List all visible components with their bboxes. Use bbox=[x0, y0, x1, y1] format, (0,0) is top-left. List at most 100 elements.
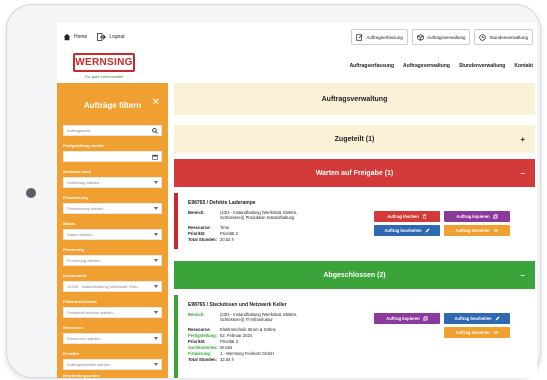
pencil-icon bbox=[425, 228, 430, 233]
search-icon[interactable] bbox=[152, 128, 158, 134]
status-select[interactable]: Status wählen... bbox=[63, 229, 162, 240]
auftragserfassung-button[interactable]: Auftragserfassung bbox=[351, 29, 408, 45]
view-order-label: Auftrag einsehen bbox=[455, 330, 490, 335]
top-bar: Home Logout Auftragserfassung Auftragsve… bbox=[57, 23, 537, 51]
field-key: Bereich: bbox=[188, 210, 205, 215]
filter-label-bearbeitungszeiten: Bearbeitungszeiten bbox=[63, 373, 100, 378]
field-value: Timo bbox=[220, 225, 230, 230]
brand-logo[interactable]: WERNSING Für gute Lebensmittel bbox=[73, 53, 135, 81]
field-key: Sachkonto/Inv.: bbox=[188, 345, 219, 350]
auftragsverwaltung-button[interactable]: Auftragsverwaltung bbox=[411, 29, 471, 45]
order-field-stunden: Total Stunden: 32.54 h bbox=[188, 357, 310, 362]
field-value: 02. Februar 2024 bbox=[220, 333, 253, 338]
fehlerart-select[interactable]: Fehlerart/Ursache wählen... bbox=[63, 307, 162, 318]
search-input[interactable]: Auftragsuche bbox=[63, 125, 162, 136]
order-field-prioritaet: Priorität: Priorität 3 bbox=[188, 339, 310, 344]
chevron-down-icon bbox=[154, 337, 158, 340]
nav-kontakt[interactable]: Kontakt bbox=[514, 63, 533, 69]
field-key: Total Stunden: bbox=[188, 237, 217, 242]
edit-order-label: Auftrag bearbeiten bbox=[454, 316, 492, 321]
date-range-field[interactable] bbox=[63, 151, 162, 162]
close-icon[interactable]: ✕ bbox=[152, 97, 160, 108]
eye-icon bbox=[492, 229, 499, 232]
priority-select[interactable]: Priorisierung wählen... bbox=[63, 203, 162, 214]
chevron-down-icon bbox=[154, 285, 158, 288]
order-card: E98765 / Defekte Laderampe Bereich: (23/4… bbox=[174, 193, 535, 249]
sort-select[interactable]: Sortierung wählen... bbox=[63, 177, 162, 188]
order-field-stunden: Total Stunden: 20.52 h bbox=[188, 237, 310, 242]
field-key: Ressource: bbox=[188, 225, 211, 230]
view-order-button[interactable]: Auftrag einsehen bbox=[444, 327, 510, 338]
nav-auftragserfassung[interactable]: Auftragserfassung bbox=[350, 63, 394, 69]
field-key: Total Stunden: bbox=[188, 357, 217, 362]
stundenverwaltung-button[interactable]: Stundenverwaltung bbox=[474, 29, 533, 45]
copy-order-label: Auftrag kopieren bbox=[456, 214, 490, 219]
field-key: Fertigstellung: bbox=[188, 333, 218, 338]
filter-label-sortierung: Sortieren nach bbox=[63, 169, 92, 174]
filter-label-priorisierung: Priorisierung bbox=[63, 195, 88, 200]
nav-stundenverwaltung[interactable]: Stundenverwaltung bbox=[459, 63, 505, 69]
field-value: (23/4 - Instandhaltung (Werkstatt, Elekt… bbox=[220, 312, 298, 322]
section-zugeteilt-label: Zugeteilt (1) bbox=[334, 135, 375, 143]
field-key: Ressource: bbox=[188, 327, 211, 332]
stundenverwaltung-label: Stundenverwaltung bbox=[489, 34, 528, 40]
order-field-firmierung: Firmierung: 1 - Wernsing Feinkost GmbH bbox=[188, 351, 310, 356]
copy-order-label: Auftrag kopieren bbox=[386, 316, 420, 321]
filter-label-firmierung: Firmierung bbox=[63, 247, 84, 252]
auftragsverwaltung-label: Auftragsverwaltung bbox=[426, 34, 466, 40]
collapse-icon[interactable]: – bbox=[521, 169, 525, 178]
filter-label-fehlerart: Fehlerart/Ursache bbox=[63, 299, 98, 304]
field-value: Elektrotechnik Strom & Söhne bbox=[220, 327, 276, 332]
copy-order-button[interactable]: Auftrag kopieren bbox=[444, 211, 510, 222]
chevron-down-icon bbox=[154, 311, 158, 314]
status-value: Status wählen... bbox=[67, 232, 96, 237]
logout-link[interactable]: Logout bbox=[97, 33, 125, 41]
home-link[interactable]: Home bbox=[63, 33, 87, 41]
field-value: 32.54 h bbox=[220, 357, 234, 362]
filter-label-ersteller: Ersteller bbox=[63, 351, 80, 356]
section-warten-auf-freigabe[interactable]: Warten auf Freigabe (1) – bbox=[174, 159, 535, 187]
copy-icon bbox=[493, 214, 498, 219]
order-field-fertigstellung: Fertigstellung: 02. Februar 2024 bbox=[188, 333, 310, 338]
edit-order-button[interactable]: Auftrag bearbeiten bbox=[444, 313, 510, 324]
pencil-icon bbox=[495, 316, 500, 321]
calendar-icon[interactable] bbox=[152, 154, 158, 160]
section-warten-label: Warten auf Freigabe (1) bbox=[315, 169, 394, 177]
order-card: E98765 / Steckdosen und Netzwerk Keller … bbox=[174, 295, 535, 378]
delete-order-button[interactable]: Auftrag löschen bbox=[374, 211, 440, 222]
page-title: Auftragsverwaltung bbox=[321, 95, 388, 103]
order-field-bereich: Bereich: (23/4 - Instandhaltung (Werkstat… bbox=[188, 312, 310, 322]
nav-auftragsverwaltung[interactable]: Auftragsverwaltung bbox=[403, 63, 450, 69]
edit-doc-icon bbox=[356, 33, 363, 41]
section-abgeschlossen[interactable]: Abgeschlossen (2) – bbox=[174, 261, 535, 289]
field-key: Priorität: bbox=[188, 339, 206, 344]
field-key: Firmierung: bbox=[188, 351, 212, 356]
field-key: Priorität: bbox=[188, 231, 206, 236]
filter-label-ressource: Ressource bbox=[63, 325, 84, 330]
logout-label: Logout bbox=[109, 34, 125, 40]
edit-order-label: Auftrag bearbeiten bbox=[384, 228, 422, 233]
edit-order-button[interactable]: Auftrag bearbeiten bbox=[374, 225, 440, 236]
chevron-down-icon bbox=[154, 259, 158, 262]
ressource-select[interactable]: Ressource wählen... bbox=[63, 333, 162, 344]
ressource-value: Ressource wählen... bbox=[67, 336, 104, 341]
copy-order-button[interactable]: Auftrag kopieren bbox=[374, 313, 440, 324]
ersteller-select[interactable]: Auftragsersteller wählen... bbox=[63, 359, 162, 370]
fehlerart-value: Fehlerart/Ursache wählen... bbox=[67, 310, 117, 315]
firmierung-select[interactable]: Firmierung wählen... bbox=[63, 255, 162, 266]
delete-order-label: Auftrag löschen bbox=[387, 214, 419, 219]
kostenstelle-value: 12200 - Instandhaltung (Werkstatt, Elek.… bbox=[67, 284, 141, 289]
filter-label-kostenstelle: Kostenstelle bbox=[63, 273, 87, 278]
sort-value: Sortierung wählen... bbox=[67, 180, 103, 185]
section-zugeteilt[interactable]: Zugeteilt (1) + bbox=[174, 125, 535, 153]
collapse-icon[interactable]: – bbox=[521, 271, 525, 280]
expand-icon[interactable]: + bbox=[520, 135, 525, 144]
priority-value: Priorisierung wählen... bbox=[67, 206, 107, 211]
kostenstelle-select[interactable]: 12200 - Instandhaltung (Werkstatt, Elek.… bbox=[63, 281, 162, 292]
field-value: Priorität 2 bbox=[220, 231, 238, 236]
order-title: E98765 / Steckdosen und Netzwerk Keller bbox=[188, 302, 287, 308]
view-order-button[interactable]: Auftrag einsehen bbox=[444, 225, 510, 236]
home-label: Home bbox=[74, 34, 88, 40]
chevron-down-icon bbox=[154, 181, 158, 184]
app-screen: Home Logout Auftragserfassung Auftragsve… bbox=[57, 23, 537, 378]
